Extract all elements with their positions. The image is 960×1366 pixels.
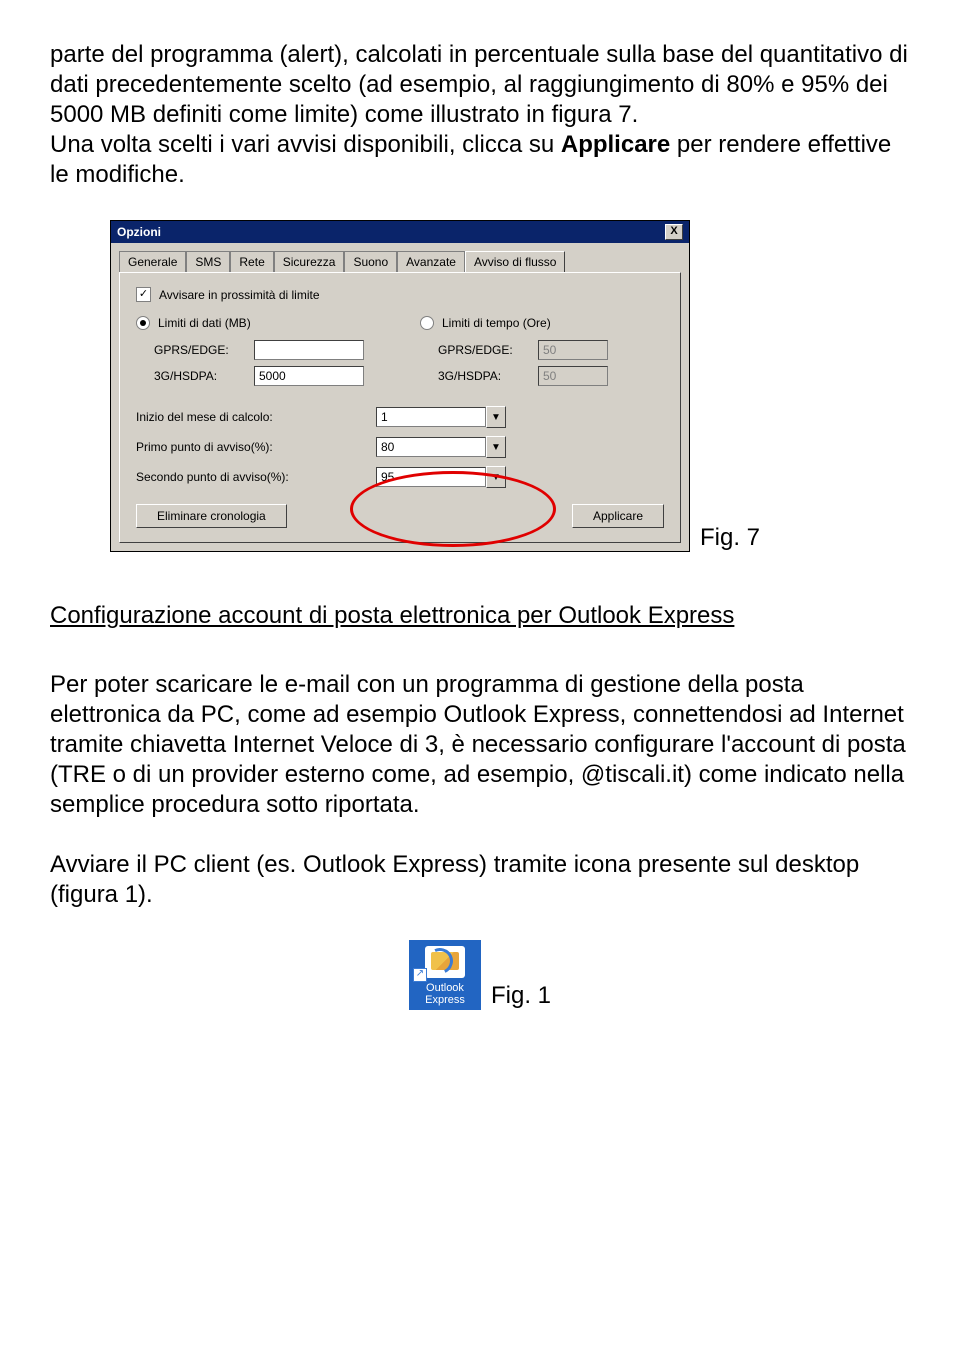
tab-generale[interactable]: Generale (119, 251, 186, 272)
month-start-label: Inizio del mese di calcolo: (136, 410, 376, 424)
dialog-titlebar: Opzioni X (111, 221, 689, 243)
tab-suono[interactable]: Suono (344, 251, 397, 272)
hsdpa-label-left: 3G/HSDPA: (136, 369, 254, 383)
chevron-down-icon[interactable]: ▼ (486, 406, 506, 428)
proximity-checkbox-label: Avvisare in prossimità di limite (159, 288, 320, 302)
close-button[interactable]: X (665, 224, 683, 240)
outlook-icon-line1: Outlook (413, 982, 477, 994)
gprs-input-left[interactable] (254, 340, 364, 360)
hsdpa-input-right: 50 (538, 366, 608, 386)
proximity-checkbox[interactable]: ✓ (136, 287, 151, 302)
apply-button[interactable]: Applicare (572, 504, 664, 528)
month-start-combo[interactable]: 1 ▼ (376, 406, 506, 428)
month-start-value[interactable]: 1 (376, 407, 486, 427)
paragraph-1-line2a: Una volta scelti i vari avvisi disponibi… (50, 131, 561, 158)
first-warn-combo[interactable]: 80 ▼ (376, 436, 506, 458)
tab-sms[interactable]: SMS (186, 251, 230, 272)
hsdpa-label-right: 3G/HSDPA: (420, 369, 538, 383)
paragraph-1: parte del programma (alert), calcolati i… (50, 40, 910, 190)
outlook-express-desktop-icon[interactable]: ↗ Outlook Express (409, 940, 481, 1010)
section-heading: Configurazione account di posta elettron… (50, 602, 910, 630)
tab-row: Generale SMS Rete Sicurezza Suono Avanza… (111, 243, 689, 272)
hsdpa-input-left[interactable]: 5000 (254, 366, 364, 386)
radio-data-limits[interactable] (136, 316, 150, 330)
options-dialog: Opzioni X Generale SMS Rete Sicurezza Su… (110, 220, 690, 552)
chevron-down-icon[interactable]: ▼ (486, 466, 506, 488)
tab-panel: ✓ Avvisare in prossimità di limite Limit… (119, 272, 681, 543)
paragraph-2: Per poter scaricare le e-mail con un pro… (50, 670, 910, 820)
first-warn-label: Primo punto di avviso(%): (136, 440, 376, 454)
radio-time-limits-label: Limiti di tempo (Ore) (442, 316, 551, 330)
shortcut-arrow-icon: ↗ (413, 968, 427, 982)
gprs-input-right: 50 (538, 340, 608, 360)
tab-avanzate[interactable]: Avanzate (397, 251, 465, 272)
paragraph-3: Avviare il PC client (es. Outlook Expres… (50, 850, 910, 910)
radio-data-limits-label: Limiti di dati (MB) (158, 316, 251, 330)
paragraph-1-bold: Applicare (561, 131, 670, 158)
clear-history-button[interactable]: Eliminare cronologia (136, 504, 287, 528)
paragraph-1-pre: parte del programma (alert), calcolati i… (50, 41, 908, 128)
first-warn-value[interactable]: 80 (376, 437, 486, 457)
outlook-icon-line2: Express (413, 994, 477, 1006)
tab-sicurezza[interactable]: Sicurezza (274, 251, 345, 272)
tab-avviso-flusso[interactable]: Avviso di flusso (465, 251, 565, 272)
figure-1-caption: Fig. 1 (491, 982, 551, 1010)
gprs-label-left: GPRS/EDGE: (136, 343, 254, 357)
tab-rete[interactable]: Rete (230, 251, 273, 272)
chevron-down-icon[interactable]: ▼ (486, 436, 506, 458)
second-warn-combo[interactable]: 95 ▼ (376, 466, 506, 488)
second-warn-label: Secondo punto di avviso(%): (136, 470, 376, 484)
gprs-label-right: GPRS/EDGE: (420, 343, 538, 357)
second-warn-value[interactable]: 95 (376, 467, 486, 487)
outlook-express-icon (425, 946, 465, 978)
figure-7-caption: Fig. 7 (700, 524, 760, 552)
dialog-title: Opzioni (117, 225, 161, 239)
radio-time-limits[interactable] (420, 316, 434, 330)
